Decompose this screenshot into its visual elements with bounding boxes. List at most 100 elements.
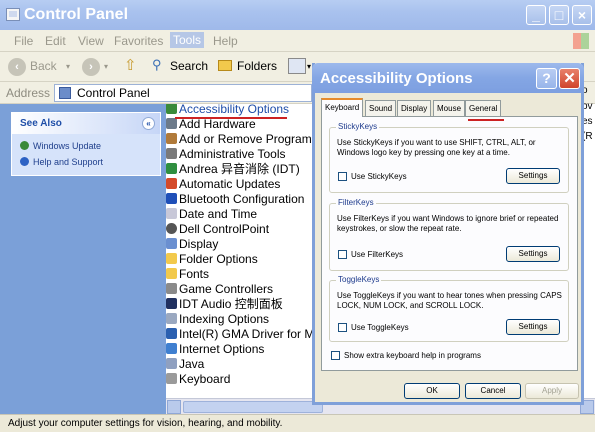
stickykeys-settings-button[interactable]: Settings bbox=[506, 168, 560, 184]
tab-general[interactable]: General bbox=[465, 100, 502, 116]
item-date-and-time[interactable]: Date and Time bbox=[166, 207, 257, 222]
filterkeys-settings-button[interactable]: Settings bbox=[506, 246, 560, 262]
item-dell-controlpoint[interactable]: Dell ControlPoint bbox=[166, 222, 269, 237]
item-bluetooth[interactable]: Bluetooth Configuration bbox=[166, 192, 304, 207]
menu-view[interactable]: View bbox=[78, 34, 104, 48]
item-automatic-updates[interactable]: Automatic Updates bbox=[166, 177, 280, 192]
item-intel-gma[interactable]: Intel(R) GMA Driver for M bbox=[166, 327, 314, 342]
address-label: Address bbox=[6, 86, 51, 100]
andrea-icon bbox=[166, 163, 177, 174]
menu-edit[interactable]: Edit bbox=[45, 34, 66, 48]
tab-mouse[interactable]: Mouse bbox=[433, 100, 466, 116]
control-panel-folder-icon bbox=[59, 87, 71, 99]
item-display[interactable]: Display bbox=[166, 237, 218, 252]
date-time-icon bbox=[166, 208, 177, 219]
address-field[interactable]: Control Panel bbox=[54, 84, 312, 102]
item-indexing-options[interactable]: Indexing Options bbox=[166, 312, 269, 327]
item-idt-audio[interactable]: IDT Audio 控制面板 bbox=[166, 297, 283, 312]
window-title: Control Panel bbox=[24, 6, 129, 23]
item-administrative-tools[interactable]: Administrative Tools bbox=[166, 147, 286, 162]
use-filterkeys-checkbox[interactable] bbox=[338, 250, 347, 259]
menu-help[interactable]: Help bbox=[213, 34, 238, 48]
togglekeys-description: Use ToggleKeys if you want to hear tones… bbox=[337, 291, 562, 310]
dialog-close-button[interactable]: ✕ bbox=[559, 68, 580, 89]
see-also-title: See Also bbox=[20, 118, 62, 129]
general-tab-highlight bbox=[468, 119, 504, 121]
extra-keyboard-help-label: Show extra keyboard help in programs bbox=[344, 351, 481, 360]
add-hardware-icon bbox=[166, 118, 177, 129]
item-keyboard[interactable]: Keyboard bbox=[166, 372, 230, 387]
item-accessibility-options[interactable]: Accessibility Options bbox=[166, 104, 289, 117]
search-icon: ⚲ bbox=[152, 57, 162, 72]
views-dropdown-icon[interactable]: ▾ bbox=[307, 62, 311, 71]
intel-gma-icon bbox=[166, 328, 177, 339]
internet-options-icon bbox=[166, 343, 177, 354]
accessibility-icon bbox=[166, 104, 177, 114]
automatic-updates-icon bbox=[166, 178, 177, 189]
menu-tools[interactable]: Tools bbox=[170, 32, 205, 48]
use-togglekeys-label: Use ToggleKeys bbox=[351, 323, 409, 332]
administrative-tools-icon bbox=[166, 148, 177, 159]
use-filterkeys-label: Use FilterKeys bbox=[351, 250, 404, 259]
dell-controlpoint-icon bbox=[166, 223, 177, 234]
item-game-controllers[interactable]: Game Controllers bbox=[166, 282, 273, 297]
extra-keyboard-help-checkbox[interactable] bbox=[331, 351, 340, 360]
item-add-hardware[interactable]: Add Hardware bbox=[166, 117, 256, 132]
scroll-left-icon[interactable] bbox=[167, 400, 181, 414]
window-title-bar[interactable]: Control Panel _ □ × bbox=[0, 0, 595, 30]
forward-arrow-icon[interactable]: › bbox=[82, 58, 100, 76]
tab-display[interactable]: Display bbox=[397, 100, 432, 116]
togglekeys-settings-button[interactable]: Settings bbox=[506, 319, 560, 335]
apply-button[interactable]: Apply bbox=[525, 383, 579, 399]
add-remove-programs-icon bbox=[166, 133, 177, 144]
filterkeys-description: Use FilterKeys if you want Windows to ig… bbox=[337, 214, 559, 233]
dialog-title-bar[interactable]: Accessibility Options ? ✕ bbox=[312, 63, 584, 93]
help-icon bbox=[20, 157, 29, 166]
game-controllers-icon bbox=[166, 283, 177, 294]
help-and-support-link[interactable]: Help and Support bbox=[20, 157, 103, 167]
maximize-button[interactable]: □ bbox=[549, 5, 569, 25]
java-icon bbox=[166, 358, 177, 369]
back-dropdown-icon[interactable]: ▾ bbox=[66, 62, 70, 71]
keyboard-icon bbox=[166, 373, 177, 384]
tab-keyboard[interactable]: Keyboard bbox=[321, 98, 364, 117]
use-togglekeys-checkbox[interactable] bbox=[338, 323, 347, 332]
bluetooth-icon bbox=[166, 193, 177, 204]
scroll-thumb[interactable] bbox=[183, 401, 323, 413]
use-stickykeys-checkbox[interactable] bbox=[338, 172, 347, 181]
item-folder-options[interactable]: Folder Options bbox=[166, 252, 258, 267]
item-java[interactable]: Java bbox=[166, 357, 204, 372]
back-arrow-icon[interactable]: ‹ bbox=[8, 58, 26, 76]
togglekeys-title: ToggleKeys bbox=[336, 275, 382, 284]
folders-icon bbox=[218, 60, 232, 71]
help-button[interactable]: ? bbox=[536, 68, 557, 89]
item-internet-options[interactable]: Internet Options bbox=[166, 342, 264, 357]
folders-button[interactable]: Folders bbox=[237, 59, 277, 73]
status-text: Adjust your computer settings for vision… bbox=[8, 418, 283, 429]
up-folder-icon[interactable]: ⇧ bbox=[124, 56, 137, 74]
tab-sound[interactable]: Sound bbox=[365, 100, 397, 116]
ok-button[interactable]: OK bbox=[404, 383, 460, 399]
item-fonts[interactable]: Fonts bbox=[166, 267, 209, 282]
views-icon[interactable] bbox=[288, 58, 306, 74]
item-add-remove-programs[interactable]: Add or Remove Programs bbox=[166, 132, 316, 147]
windows-update-icon bbox=[20, 141, 29, 150]
cancel-button[interactable]: Cancel bbox=[465, 383, 521, 399]
minimize-button[interactable]: _ bbox=[526, 5, 546, 25]
close-window-button[interactable]: × bbox=[572, 5, 592, 25]
address-value: Control Panel bbox=[77, 86, 150, 100]
forward-dropdown-icon[interactable]: ▾ bbox=[104, 62, 108, 71]
back-button[interactable]: Back bbox=[30, 59, 57, 73]
item-andrea[interactable]: Andrea 异音消除 (IDT) bbox=[166, 162, 300, 177]
use-stickykeys-label: Use StickyKeys bbox=[351, 172, 407, 181]
search-button[interactable]: Search bbox=[170, 59, 208, 73]
windows-update-link[interactable]: Windows Update bbox=[20, 141, 101, 151]
see-also-header[interactable]: See Also « bbox=[12, 113, 160, 134]
menu-favorites[interactable]: Favorites bbox=[114, 34, 163, 48]
display-icon bbox=[166, 238, 177, 249]
collapse-icon[interactable]: « bbox=[142, 117, 155, 130]
idt-audio-icon bbox=[166, 298, 177, 309]
status-bar: Adjust your computer settings for vision… bbox=[0, 414, 595, 432]
control-panel-icon bbox=[6, 8, 20, 21]
menu-file[interactable]: File bbox=[14, 34, 33, 48]
